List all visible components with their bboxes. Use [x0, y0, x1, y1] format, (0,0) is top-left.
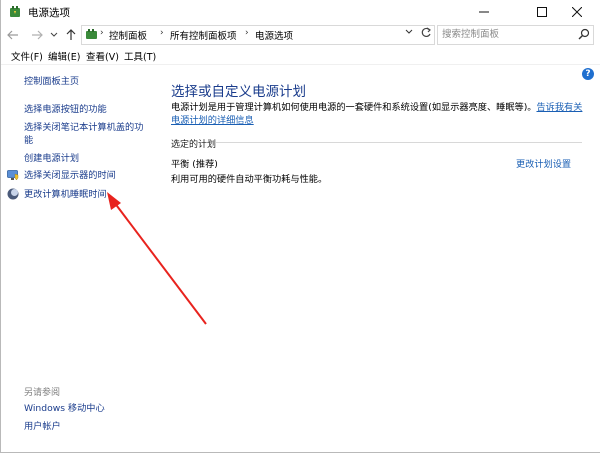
main-content: ? 选择或自定义电源计划 电源计划是用于管理计算机如何使用电源的一套硬件和系统设…: [151, 64, 600, 452]
minimize-button[interactable]: [461, 0, 507, 24]
search-input[interactable]: [442, 27, 572, 42]
sidebar-control-panel-home[interactable]: 控制面板主页: [24, 75, 79, 88]
up-button[interactable]: [63, 26, 79, 44]
recent-locations-button[interactable]: [49, 26, 59, 44]
page-title: 选择或自定义电源计划: [171, 84, 306, 100]
navigation-bar: › 控制面板 › 所有控制面板项 › 电源选项: [1, 24, 600, 46]
close-button[interactable]: [554, 0, 600, 24]
chevron-down-icon: [50, 32, 58, 37]
sidebar-item-user-accounts[interactable]: 用户帐户: [24, 420, 61, 433]
window-title: 电源选项: [28, 7, 70, 19]
sidebar-item-lid-close[interactable]: 选择关闭笔记本计算机盖的功能: [24, 121, 148, 147]
arrow-up-icon: [66, 29, 76, 40]
breadcrumb-power-options[interactable]: 电源选项: [255, 28, 293, 42]
plan-description: 利用可用的硬件自动平衡功耗与性能。: [171, 174, 328, 185]
back-button[interactable]: [5, 26, 21, 44]
maximize-icon: [537, 7, 547, 17]
page-description: 电源计划是用于管理计算机如何使用电源的一套硬件和系统设置(如显示器亮度、睡眠等)…: [171, 101, 591, 127]
menu-edit[interactable]: 编辑(E): [48, 49, 80, 63]
breadcrumb-separator: ›: [100, 28, 104, 38]
control-panel-icon: [86, 29, 97, 39]
selected-plan-heading: 选定的计划: [171, 140, 217, 150]
sidebar: 控制面板主页 选择电源按钮的功能 选择关闭笔记本计算机盖的功能 创建电源计划 选…: [1, 64, 151, 452]
menu-file[interactable]: 文件(F): [11, 49, 43, 63]
breadcrumb-separator: ›: [160, 28, 164, 38]
refresh-icon: [421, 27, 431, 38]
section-divider: [216, 142, 582, 143]
arrow-left-icon: [7, 30, 18, 40]
menu-tools[interactable]: 工具(T): [124, 49, 156, 63]
help-icon[interactable]: ?: [582, 68, 594, 80]
sidebar-item-display-off[interactable]: 选择关闭显示器的时间: [24, 169, 116, 182]
search-box[interactable]: [437, 25, 594, 45]
refresh-button[interactable]: [420, 26, 432, 43]
menu-bar: 文件(F) 编辑(E) 查看(V) 工具(T): [1, 46, 600, 65]
search-icon: [578, 28, 590, 40]
power-options-window: 电源选项 › 控制面板 › 所有控制面板项 › 电源选项 搜索控制面板 文件(F…: [0, 0, 600, 453]
breadcrumb-separator: ›: [245, 28, 249, 38]
sidebar-item-create-plan[interactable]: 创建电源计划: [24, 152, 79, 165]
sidebar-item-sleep-time[interactable]: 更改计算机睡眠时间: [24, 188, 107, 201]
sleep-moon-icon: [7, 188, 19, 200]
chevron-down-icon: [405, 29, 413, 34]
arrow-right-icon: [32, 30, 43, 40]
minimize-icon: [479, 11, 489, 13]
breadcrumb-all-items[interactable]: 所有控制面板项: [170, 28, 237, 42]
sidebar-item-mobility-center[interactable]: Windows 移动中心: [24, 402, 105, 415]
address-dropdown[interactable]: [405, 28, 413, 37]
breadcrumb-control-panel[interactable]: 控制面板: [109, 28, 147, 42]
menu-view[interactable]: 查看(V): [86, 49, 119, 63]
sidebar-item-power-button[interactable]: 选择电源按钮的功能: [24, 103, 107, 116]
close-icon: [572, 7, 582, 17]
plan-name: 平衡 (推荐): [171, 159, 218, 170]
see-also-heading: 另请参阅: [24, 388, 61, 398]
description-text: 电源计划是用于管理计算机如何使用电源的一套硬件和系统设置(如显示器亮度、睡眠等)…: [171, 102, 537, 113]
forward-button[interactable]: [29, 26, 45, 44]
power-options-icon: [10, 6, 20, 17]
display-shield-icon: [7, 170, 19, 181]
change-plan-settings-link[interactable]: 更改计划设置: [516, 156, 571, 170]
title-bar: 电源选项: [1, 0, 600, 24]
address-bar[interactable]: › 控制面板 › 所有控制面板项 › 电源选项: [81, 25, 435, 45]
